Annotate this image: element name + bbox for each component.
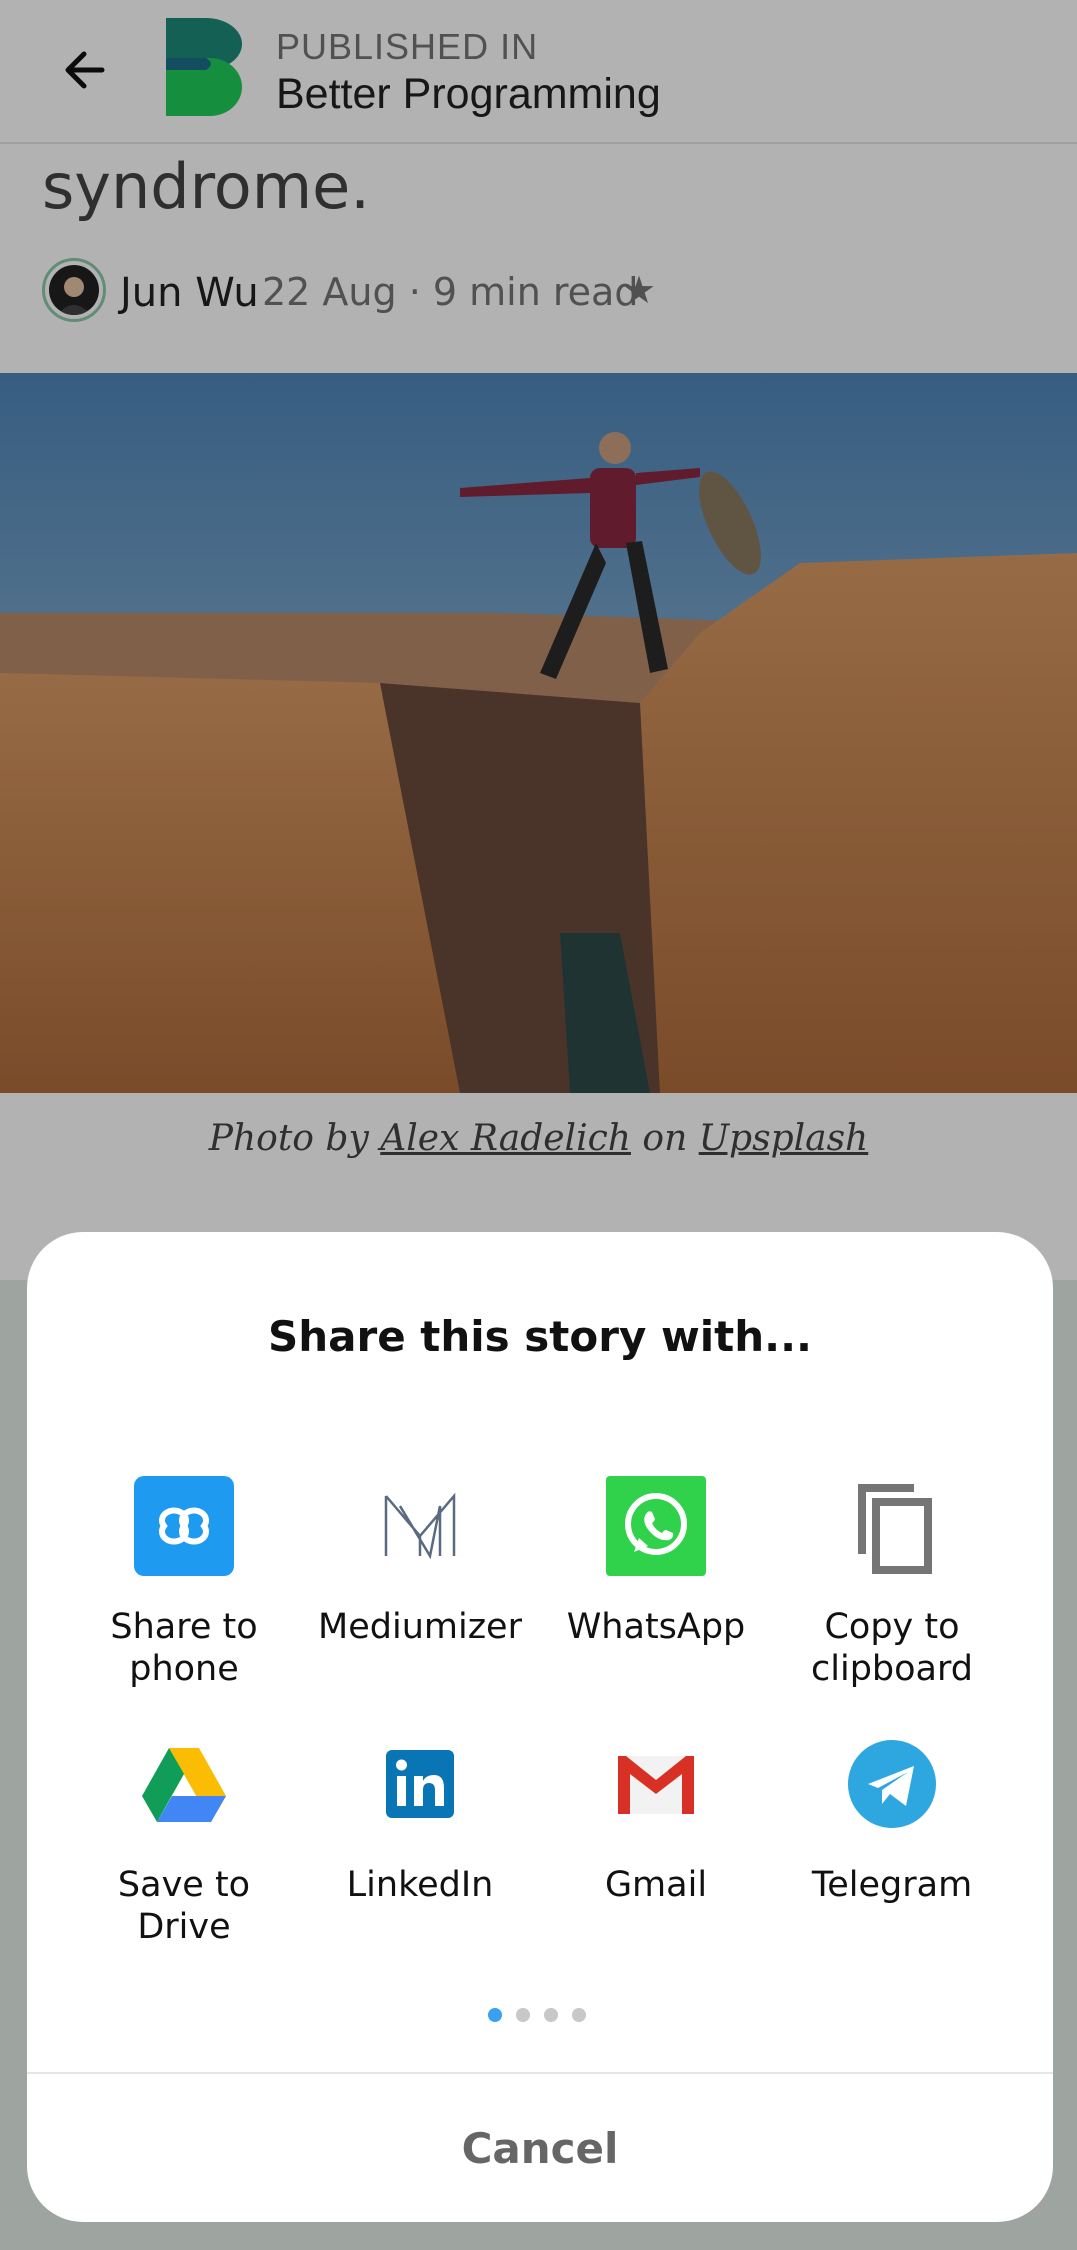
share-option-whatsapp[interactable]: WhatsApp xyxy=(538,1476,774,1706)
mediumizer-icon xyxy=(384,1492,456,1560)
share-option-telegram[interactable]: Telegram xyxy=(774,1734,1010,1964)
page-indicator xyxy=(488,2008,592,2028)
share-option-label: Telegram xyxy=(811,1865,973,1905)
gmail-icon xyxy=(618,1756,694,1814)
sheet-divider xyxy=(27,2072,1053,2074)
share-option-share-to-phone[interactable]: Share to phone xyxy=(66,1476,302,1706)
share-option-linkedin[interactable]: LinkedIn xyxy=(302,1734,538,1964)
share-option-label: Copy to clipboard xyxy=(811,1607,973,1689)
linkedin-icon xyxy=(386,1750,454,1818)
share-option-label: Share to phone xyxy=(110,1607,258,1689)
share-option-copy-to-clipboard[interactable]: Copy to clipboard xyxy=(774,1476,1010,1706)
share-option-save-to-drive[interactable]: Save to Drive xyxy=(66,1734,302,1964)
telegram-icon xyxy=(848,1740,936,1828)
share-option-label: Save to Drive xyxy=(117,1865,251,1947)
page-dot xyxy=(544,2008,558,2022)
page-dot xyxy=(516,2008,530,2022)
page-dot xyxy=(572,2008,586,2022)
share-option-gmail[interactable]: Gmail xyxy=(538,1734,774,1964)
share-option-label: Mediumizer xyxy=(318,1607,522,1647)
google-drive-icon xyxy=(142,1748,226,1822)
copy-icon xyxy=(858,1484,932,1574)
page-dot-active xyxy=(488,2008,502,2022)
share-option-label: WhatsApp xyxy=(566,1607,746,1647)
cancel-button[interactable]: Cancel xyxy=(27,2076,1053,2222)
whatsapp-icon xyxy=(606,1476,706,1576)
share-sheet-title: Share this story with... xyxy=(268,1312,812,1361)
share-option-label: LinkedIn xyxy=(346,1865,494,1905)
share-option-label: Gmail xyxy=(604,1865,708,1905)
share-to-phone-icon xyxy=(134,1476,234,1576)
share-option-mediumizer[interactable]: Mediumizer xyxy=(302,1476,538,1706)
